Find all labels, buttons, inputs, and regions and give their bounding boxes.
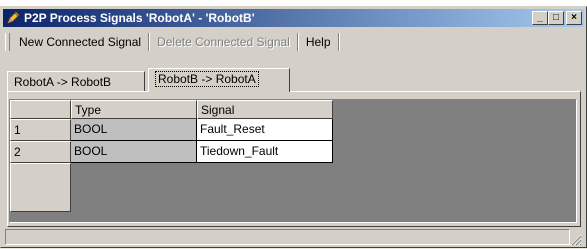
- pencil-icon: [6, 11, 20, 25]
- column-header-type[interactable]: Type: [71, 100, 197, 119]
- toolbar-separator: [296, 33, 299, 51]
- p2p-window: P2P Process Signals 'RobotA' - 'RobotB' …: [0, 6, 587, 248]
- minimize-button[interactable]: _: [532, 11, 548, 25]
- new-connected-signal-button[interactable]: New Connected Signal: [14, 32, 146, 52]
- corner-header[interactable]: [10, 100, 71, 119]
- delete-connected-signal-button[interactable]: Delete Connected Signal: [152, 32, 295, 52]
- close-button[interactable]: ×: [566, 11, 582, 25]
- column-header-signal[interactable]: Signal: [197, 100, 333, 119]
- row-header[interactable]: 1: [10, 119, 71, 141]
- minimize-icon: _: [537, 12, 543, 23]
- tab-label: RobotB -> RobotA: [155, 71, 259, 87]
- help-button[interactable]: Help: [301, 32, 336, 52]
- toolbar-separator: [148, 33, 151, 51]
- signals-grid[interactable]: Type Signal 1 BOOL Fault_Reset 2 BOOL Ti…: [9, 99, 577, 223]
- status-panel: [5, 229, 570, 245]
- maximize-button[interactable]: □: [548, 11, 564, 25]
- toolbar-separator: [337, 33, 340, 51]
- close-icon: ×: [571, 12, 577, 23]
- resize-grip-icon[interactable]: [570, 234, 582, 246]
- toolbar-grip[interactable]: [5, 33, 10, 51]
- signal-cell[interactable]: Tiedown_Fault: [197, 141, 333, 163]
- row-header[interactable]: 2: [10, 141, 71, 163]
- signal-cell[interactable]: Fault_Reset: [197, 119, 333, 141]
- row-header-new[interactable]: [10, 163, 71, 212]
- tab-robotb-to-robota[interactable]: RobotB -> RobotA: [148, 68, 290, 92]
- type-cell[interactable]: BOOL: [71, 141, 197, 163]
- maximize-icon: □: [552, 12, 560, 23]
- type-cell[interactable]: BOOL: [71, 119, 197, 141]
- title-bar[interactable]: P2P Process Signals 'RobotA' - 'RobotB' …: [3, 9, 584, 27]
- status-bar: [5, 229, 582, 246]
- toolbar: New Connected Signal Delete Connected Si…: [5, 31, 342, 53]
- tab-robota-to-robotb[interactable]: RobotA -> RobotB: [7, 71, 145, 92]
- window-title: P2P Process Signals 'RobotA' - 'RobotB': [24, 11, 255, 25]
